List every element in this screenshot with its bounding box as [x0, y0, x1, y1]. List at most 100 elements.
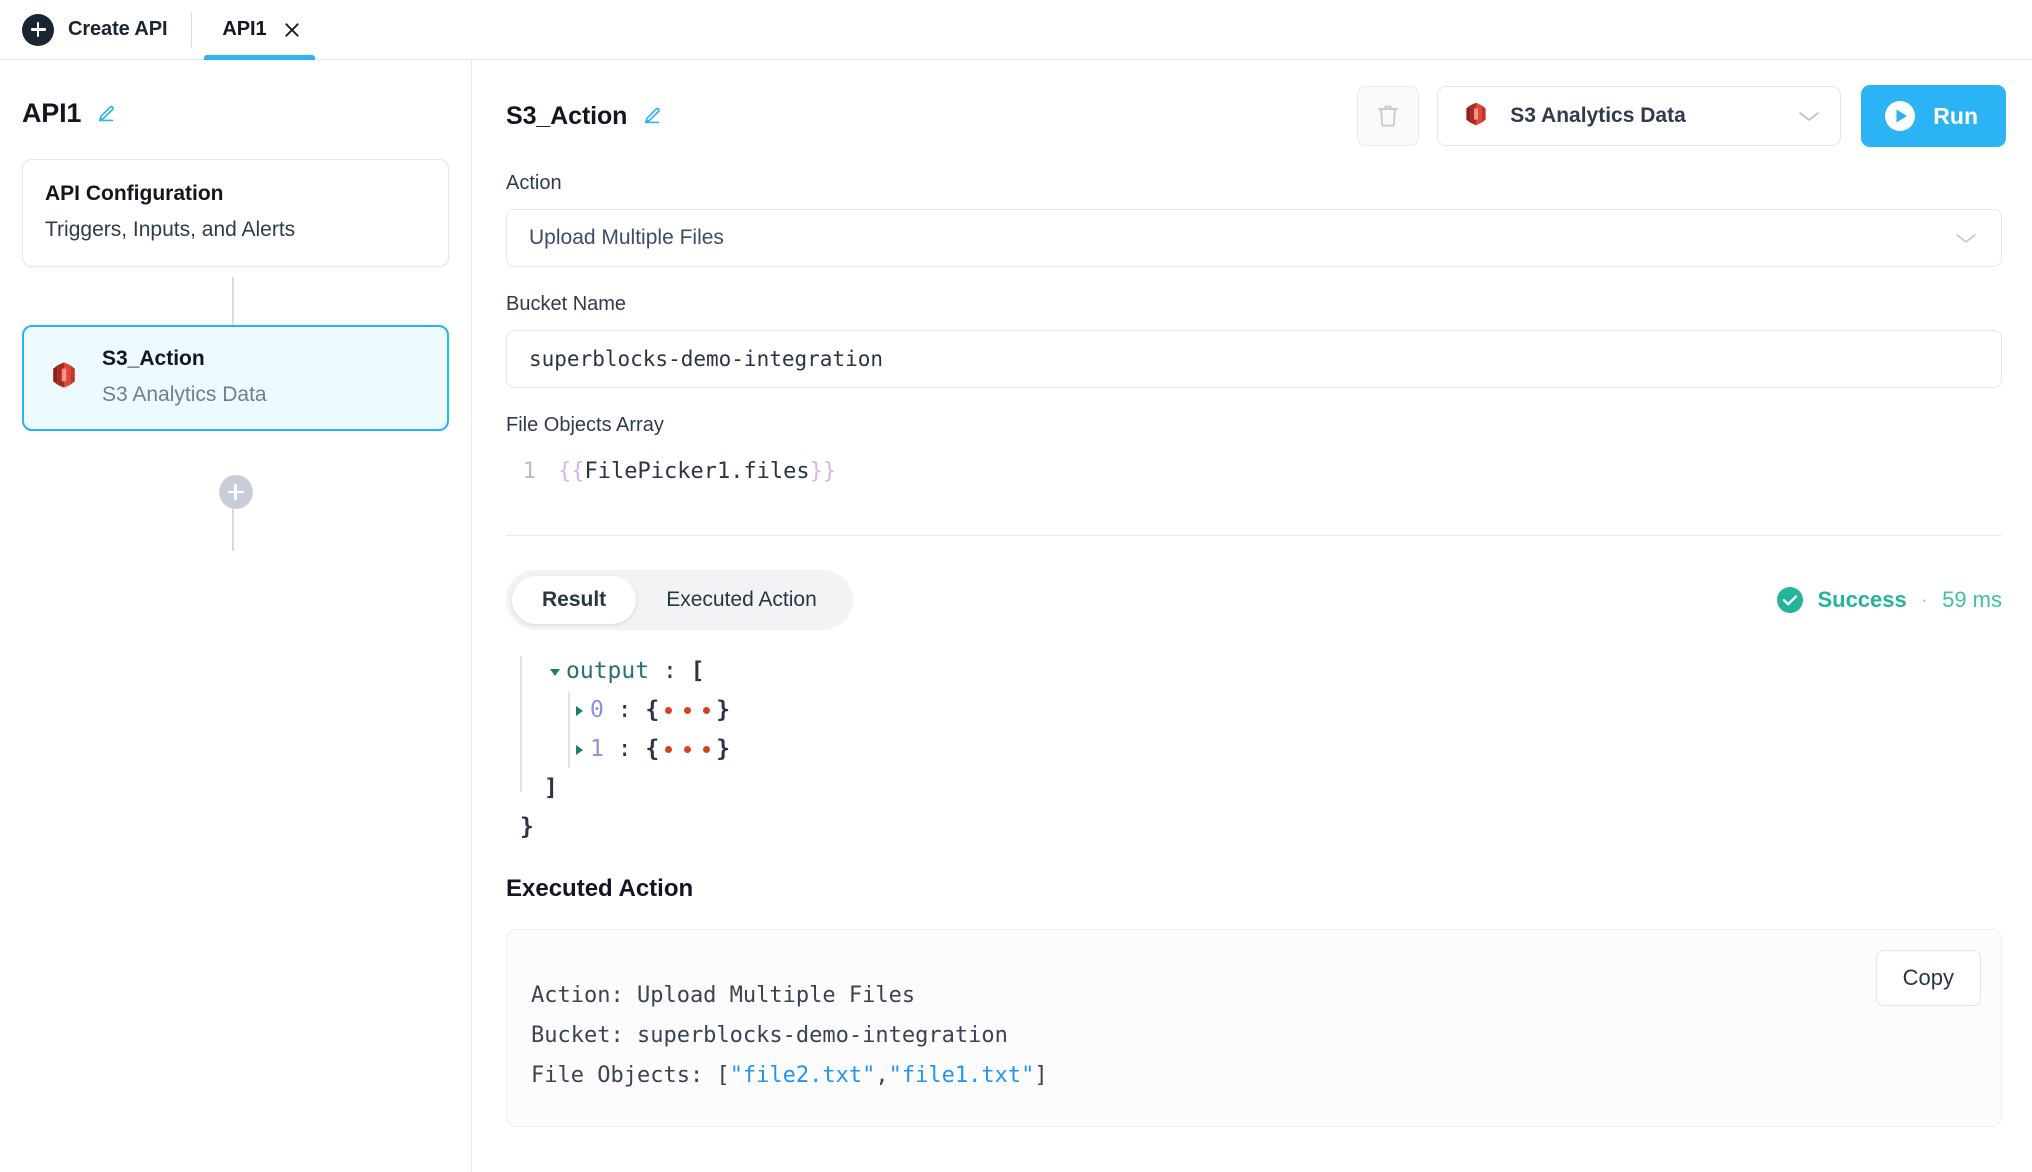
- exec-line-action: Action: Upload Multiple Files: [531, 983, 916, 1008]
- step-tree: API Configuration Triggers, Inputs, and …: [0, 159, 471, 551]
- bucket-name-input[interactable]: superblocks-demo-integration: [506, 330, 2002, 388]
- json-array-close: ]: [544, 775, 558, 801]
- action-header: S3_Action S3 Analytics Data Run: [472, 60, 2032, 172]
- close-icon[interactable]: [283, 21, 301, 39]
- page-title: S3_Action: [506, 101, 628, 130]
- json-colon: :: [603, 736, 646, 762]
- json-key: output: [566, 658, 650, 684]
- json-result-tree: output : [ 0 : {} 1 : {}]}: [506, 630, 2002, 847]
- json-colon: :: [649, 658, 691, 684]
- json-value: [: [690, 658, 705, 684]
- field-bucket-name: Bucket Name superblocks-demo-integration: [506, 293, 2002, 388]
- chevron-down-icon: [1956, 234, 1976, 243]
- open-brace: {{: [558, 459, 585, 484]
- line-number: 1: [522, 459, 536, 484]
- json-index: 1: [590, 736, 604, 762]
- step-title: S3_Action: [102, 347, 205, 371]
- add-step-button[interactable]: [218, 475, 253, 510]
- action-editor: S3_Action S3 Analytics Data Run Action U…: [472, 60, 2032, 1172]
- json-index: 0: [590, 697, 604, 723]
- run-label: Run: [1933, 102, 1978, 129]
- status-separator: ·: [1920, 587, 1929, 612]
- create-api-button[interactable]: Create API: [0, 0, 191, 60]
- json-row: output : [: [520, 652, 2002, 691]
- results-tabs: Result Executed Action: [506, 570, 853, 630]
- tree-guide: [520, 656, 522, 792]
- field-action: Action Upload Multiple Files: [506, 172, 2002, 267]
- tab-api1[interactable]: API1: [196, 0, 322, 60]
- results-panel: Result Executed Action Success · 59 ms o…: [472, 536, 2032, 1127]
- api-name-label: API1: [22, 98, 82, 128]
- step-title: API Configuration: [45, 182, 224, 205]
- workspace: API1 API Configuration Triggers, Inputs,…: [0, 60, 2032, 1172]
- file-objects-array-label: File Objects Array: [506, 414, 664, 436]
- exec-string: "file1.txt": [888, 1063, 1035, 1088]
- pencil-icon[interactable]: [95, 103, 117, 125]
- binding-expression: FilePicker1.files: [584, 459, 810, 484]
- exec-string: "file2.txt": [729, 1063, 876, 1088]
- executed-action-card: Copy Action: Upload Multiple Files Bucke…: [506, 929, 2002, 1127]
- integration-name: S3 Analytics Data: [1510, 104, 1686, 127]
- code-line: {{FilePicker1.files}}: [558, 455, 836, 489]
- json-collapsed-object: {}: [645, 736, 731, 762]
- json-row: 0 : {}: [520, 691, 2002, 730]
- copy-button[interactable]: Copy: [1875, 950, 1981, 1006]
- step-subtitle: S3 Analytics Data: [102, 382, 267, 406]
- action-select-value: Upload Multiple Files: [529, 226, 724, 249]
- json-row: 1 : {}: [520, 730, 2002, 769]
- plus-circle: [22, 13, 54, 46]
- pencil-icon[interactable]: [641, 105, 663, 127]
- s3-icon: [46, 357, 82, 398]
- executed-action-heading: Executed Action: [506, 875, 694, 902]
- bucket-name-value: superblocks-demo-integration: [529, 347, 884, 371]
- chevron-right-icon[interactable]: [568, 743, 590, 757]
- step-s3-action[interactable]: S3_Action S3 Analytics Data: [22, 325, 449, 432]
- chevron-down-icon[interactable]: [544, 665, 566, 679]
- integration-select[interactable]: S3 Analytics Data: [1437, 86, 1842, 146]
- add-step-row: [22, 475, 449, 510]
- tab-executed-action[interactable]: Executed Action: [636, 576, 847, 624]
- s3-icon: [1460, 98, 1492, 135]
- json-object-close: }: [520, 814, 534, 840]
- create-api-label: Create API: [68, 18, 168, 40]
- json-row: }: [520, 808, 2002, 847]
- api-name-row: API1: [0, 60, 471, 129]
- play-icon: [1885, 101, 1916, 131]
- app-root: Create API API1 API1 API Configuration T…: [0, 0, 2032, 1172]
- json-row: ]: [520, 769, 2002, 808]
- action-select[interactable]: Upload Multiple Files: [506, 209, 2002, 267]
- tree-guide: [568, 692, 570, 768]
- action-label: Action: [506, 172, 562, 194]
- exec-suffix: ]: [1034, 1063, 1048, 1088]
- json-colon: :: [603, 697, 646, 723]
- executed-action-code: Action: Upload Multiple Files Bucket: su…: [531, 976, 1971, 1096]
- chevron-right-icon[interactable]: [568, 704, 590, 718]
- delete-action-button[interactable]: [1357, 86, 1420, 146]
- tab-label: API1: [222, 18, 267, 40]
- json-collapsed-object: {}: [645, 697, 731, 723]
- exec-separator: ,: [875, 1063, 889, 1088]
- status-text: Success: [1817, 587, 1907, 612]
- check-circle-icon: [1777, 587, 1804, 613]
- plus-icon: [22, 13, 54, 46]
- status-duration: 59 ms: [1942, 587, 2002, 612]
- field-file-objects-array: File Objects Array 1 {{FilePicker1.files…: [506, 414, 2002, 489]
- chevron-down-icon: [1799, 112, 1820, 121]
- results-header: Result Executed Action Success · 59 ms: [506, 570, 2002, 630]
- step-api-configuration[interactable]: API Configuration Triggers, Inputs, and …: [22, 159, 449, 268]
- trash-icon: [1378, 105, 1399, 127]
- exec-prefix: File Objects: [: [531, 1063, 730, 1088]
- action-form: Action Upload Multiple Files Bucket Name…: [472, 172, 2032, 536]
- file-objects-array-editor[interactable]: 1 {{FilePicker1.files}}: [506, 451, 2002, 489]
- status-badge: Success · 59 ms: [1777, 587, 2002, 613]
- run-button[interactable]: Run: [1861, 85, 2006, 147]
- api-sidebar: API1 API Configuration Triggers, Inputs,…: [0, 60, 472, 1172]
- action-title-row: S3_Action: [506, 102, 663, 131]
- exec-line-file-objects: File Objects: ["file2.txt","file1.txt"]: [531, 1063, 1048, 1088]
- top-bar: Create API API1: [0, 0, 2032, 60]
- bucket-name-label: Bucket Name: [506, 293, 627, 315]
- toolbar-divider: [191, 12, 193, 47]
- step-subtitle: Triggers, Inputs, and Alerts: [45, 217, 296, 241]
- tab-result[interactable]: Result: [512, 576, 637, 624]
- exec-line-bucket: Bucket: superblocks-demo-integration: [531, 1023, 1008, 1048]
